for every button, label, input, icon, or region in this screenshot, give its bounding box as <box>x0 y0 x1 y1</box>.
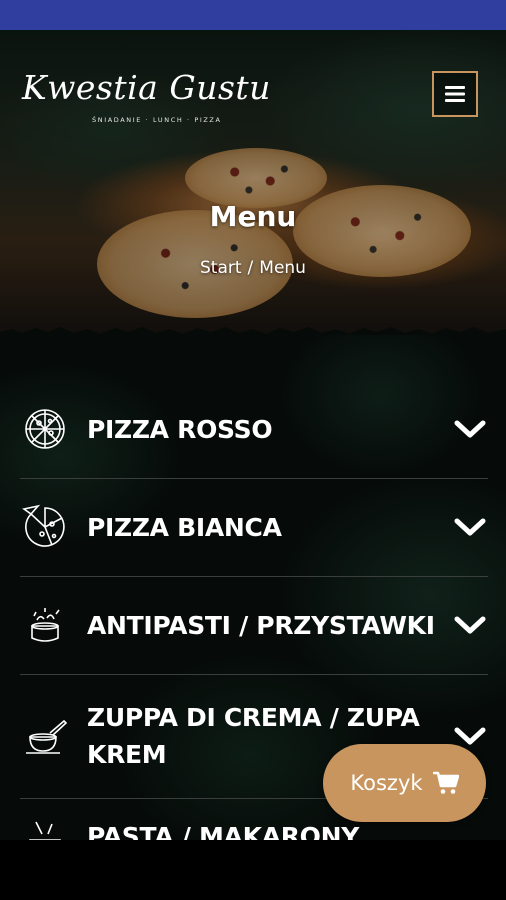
appetizer-icon <box>20 602 70 648</box>
menu-category-label: PIZZA ROSSO <box>87 414 273 444</box>
pizza-icon <box>20 406 70 452</box>
status-bar <box>0 0 506 30</box>
bottom-navigation-area <box>0 840 506 900</box>
menu-category-pizza-rosso[interactable]: PIZZA ROSSO <box>20 380 488 479</box>
logo-tagline: ŚNIADANIE · LUNCH · PIZZA <box>92 116 222 124</box>
menu-category-pizza-bianca[interactable]: PIZZA BIANCA <box>20 478 488 577</box>
breadcrumb-current: Menu <box>259 258 306 278</box>
chevron-down-icon[interactable] <box>452 513 488 541</box>
menu-category-antipasti[interactable]: ANTIPASTI / PRZYSTAWKI <box>20 576 488 675</box>
breadcrumb-home-link[interactable]: Start <box>200 258 242 278</box>
cart-label: Koszyk <box>350 771 423 795</box>
hamburger-icon <box>445 86 465 102</box>
chevron-down-icon[interactable] <box>452 611 488 639</box>
pizza-icon <box>20 504 70 550</box>
pasta-icon <box>20 818 70 840</box>
hero-banner: Kwestia Gustu ŚNIADANIE · LUNCH · PIZZA … <box>0 30 506 335</box>
chevron-down-icon[interactable] <box>452 415 488 443</box>
breadcrumb: Start / Menu <box>0 258 506 278</box>
logo[interactable]: Kwestia Gustu ŚNIADANIE · LUNCH · PIZZA <box>22 68 270 128</box>
soup-icon <box>20 713 70 759</box>
menu-category-label: PIZZA BIANCA <box>87 512 282 542</box>
page-title: Menu <box>209 200 297 233</box>
cart-icon <box>432 771 459 794</box>
hamburger-menu-button[interactable] <box>432 71 478 117</box>
breadcrumb-separator: / <box>247 258 254 278</box>
logo-title: Kwestia Gustu <box>22 68 271 107</box>
menu-category-label: ANTIPASTI / PRZYSTAWKI <box>87 610 435 640</box>
cart-button[interactable]: Koszyk <box>323 744 486 822</box>
